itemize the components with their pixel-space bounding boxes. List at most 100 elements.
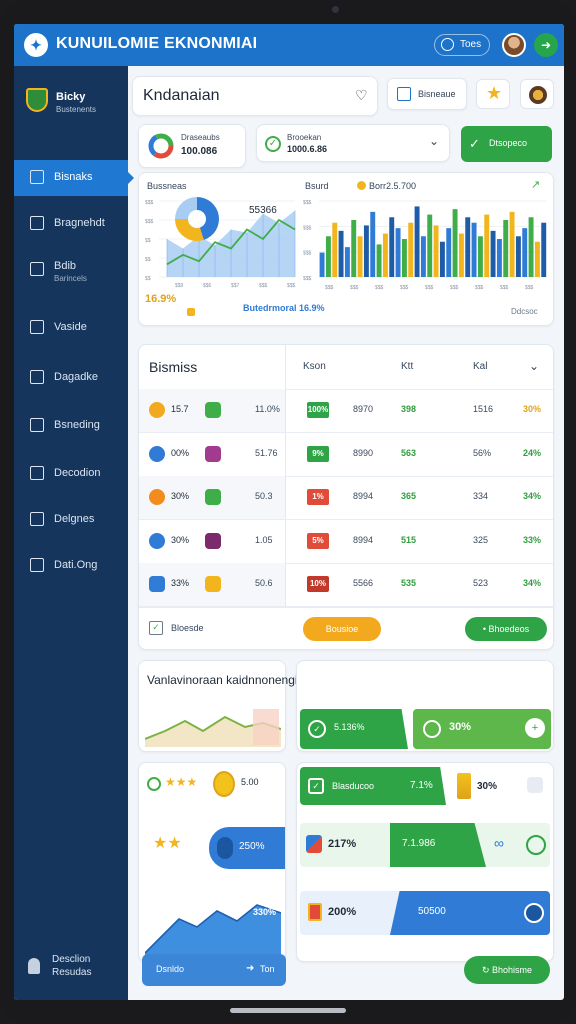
bar (357, 236, 363, 277)
header-button[interactable]: Bisneaue (387, 78, 467, 110)
arrow-right-icon: ➜ (246, 963, 255, 974)
home-indicator[interactable] (230, 1008, 346, 1013)
avatar[interactable] (502, 33, 526, 57)
green-pill-label: Bhoedeos (488, 624, 530, 634)
star-button[interactable]: ★ (476, 79, 510, 109)
row-v4: 30% (523, 404, 542, 414)
x-tick-label: $$$ (350, 285, 359, 291)
chart2-footer: Ddcsoc (511, 307, 538, 316)
sidebar-item-1[interactable]: Bisnaks (14, 160, 134, 196)
row-v1: 5566 (353, 578, 374, 589)
bottom-left-button[interactable]: Dsnldo ➜ Ton (142, 954, 286, 986)
camera (332, 6, 339, 13)
row-icon (149, 402, 165, 418)
row-value-a: 30% (171, 491, 190, 502)
heart-icon[interactable]: ♡ (355, 87, 368, 104)
profile-button[interactable] (520, 79, 554, 109)
link-icon: ∞ (494, 835, 504, 851)
row-v3: 334 (473, 491, 489, 502)
green-action-button[interactable]: ✓ Dtsopeco (461, 126, 552, 162)
sidebar-item-9[interactable]: Dati.Ong (14, 548, 128, 584)
row-v3: 1516 (473, 404, 494, 414)
search-bar[interactable]: Kndanaian ♡ (132, 76, 378, 116)
check-circle-icon (147, 777, 161, 791)
bar (325, 236, 331, 277)
green-pill-button[interactable]: • Bhoedeos (465, 617, 547, 641)
y-tick-label: $$$ (303, 276, 312, 282)
row-tag: 5% (307, 532, 329, 549)
row-badge-icon (205, 402, 221, 418)
table-row[interactable]: 30% 1.05 5% 8994 515 325 33% (139, 519, 553, 564)
area-pct: 330% (253, 907, 277, 917)
sidebar: Bicky Bustenents Bisnaks Bragnehdt Bdib B… (14, 66, 134, 1000)
checkbox-icon[interactable]: ✓ (149, 621, 163, 635)
metric-label: Blasducoo (332, 781, 375, 791)
table-title: Bismiss (149, 359, 198, 375)
check-icon: ✓ (469, 136, 480, 151)
bar (382, 233, 388, 277)
stat1-value: 100.086 (181, 146, 218, 157)
person-icon (28, 958, 40, 974)
green-banner-1[interactable]: ✓ 5.136% (300, 709, 408, 749)
row-v1: 8994 (353, 491, 374, 502)
chevron-down-icon[interactable]: ⌄ (529, 359, 539, 373)
tag-icon (306, 835, 322, 853)
row-tag: 100% (307, 402, 329, 418)
settings-icon[interactable] (527, 777, 543, 793)
bar (496, 239, 502, 277)
sidebar-item-8[interactable]: Delgnes (14, 502, 128, 538)
green-metric-bar[interactable]: ✓ Blasducoo 7.1% (300, 767, 446, 805)
table-row[interactable]: 15.7 11.0% 100% 8970 398 1516 30% (139, 389, 553, 433)
circle-icon (526, 835, 546, 855)
blue-pill[interactable]: 250% (209, 827, 285, 869)
bar (401, 239, 407, 277)
app-logo-icon[interactable]: ✦ (24, 33, 48, 57)
bar (376, 244, 382, 277)
row-v3: 325 (473, 534, 489, 545)
toggle-pill[interactable]: Toes (434, 34, 490, 56)
row-v3: 56% (473, 447, 492, 458)
bar (439, 241, 445, 277)
sidebar-item-7[interactable]: Decodion (14, 456, 128, 492)
x-tick-label: $$$ (475, 285, 484, 291)
sidebar-item-5[interactable]: Dagadke (14, 360, 128, 396)
go-button[interactable]: ➜ (534, 33, 558, 57)
bar (534, 241, 540, 277)
row-v4: 34% (523, 491, 542, 502)
sidebar-item-3[interactable]: Bdib Barincels (14, 252, 128, 294)
sidebar-item-4[interactable]: Vaside (14, 310, 128, 346)
bar (319, 252, 325, 277)
row-value-c: 51.76 (255, 447, 278, 458)
sidebar-item-2[interactable]: Bragnehdt (14, 206, 128, 242)
document-icon (30, 262, 44, 276)
rating-value: 5.00 (241, 777, 259, 787)
metric-side: 30% (477, 781, 498, 792)
stars-icon: ★★ (153, 835, 182, 852)
blue-metric-row[interactable]: 200% 50500 (300, 891, 550, 935)
row2-left: 217% (328, 838, 357, 850)
calendar-icon (30, 170, 44, 184)
table-row[interactable]: 00% 51.76 9% 8990 563 56% 24% (139, 432, 553, 477)
bar (338, 230, 344, 277)
row2-green: 7.1.986 (402, 838, 436, 849)
stat-card-2[interactable]: ✓ Brooekan 1000.6.86 ⌄ (256, 124, 450, 162)
sidebar-item-6[interactable]: Bsneding (14, 408, 128, 444)
list-icon (30, 512, 44, 526)
area-chart (145, 904, 281, 957)
x-tick-label: $$9 (175, 283, 184, 289)
brand-sub: Bustenents (56, 105, 97, 114)
row3-left: 200% (328, 906, 357, 918)
row-badge-icon (205, 489, 221, 506)
table-row[interactable]: 33% 50.6 10% 5566 535 523 34% (139, 563, 553, 608)
charts-card: Bussneas 55366 $$$ $$$ $$ $$ $$ $$9 $$6 $$7 $$$ $… (138, 172, 554, 326)
bottom-right-button[interactable]: ↻ Bhohisme (464, 956, 550, 984)
trend-up-icon[interactable]: ↗ (531, 178, 540, 191)
row-badge-icon (205, 445, 221, 462)
yellow-button[interactable]: Bousioe (303, 617, 381, 641)
green-banner-2[interactable]: 30% + (413, 709, 551, 749)
x-tick-label: $$$ (375, 285, 384, 291)
green-metric-row[interactable]: 217% 7.1.986 ∞ (300, 823, 550, 867)
bar (541, 222, 547, 277)
table-row[interactable]: 30% 50.3 1% 8994 365 334 34% (139, 476, 553, 521)
x-tick-label: $$$ (450, 285, 459, 291)
